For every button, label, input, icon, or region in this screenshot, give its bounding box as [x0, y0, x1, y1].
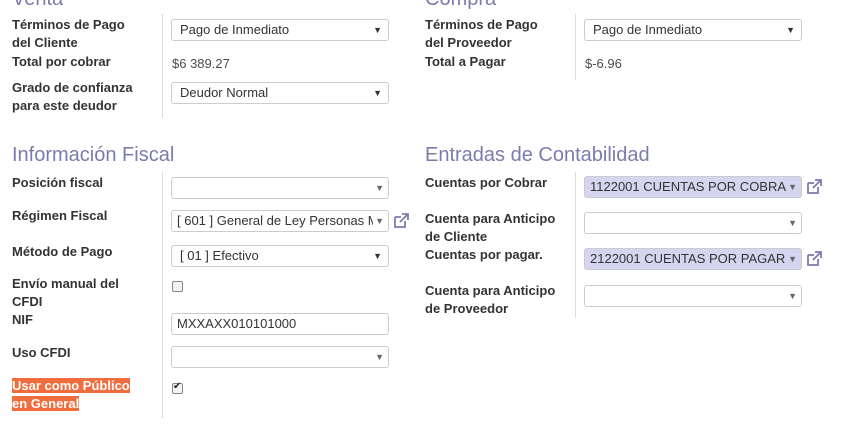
select-value: [ 01 ] Efectivo — [180, 248, 259, 263]
section-title-compra: Compra — [425, 0, 496, 10]
column-divider — [162, 14, 163, 118]
payment-method-select[interactable]: [ 01 ] Efectivo ▼ — [171, 245, 389, 267]
label-line-highlighted: en General — [12, 396, 80, 411]
client-advance-account-field[interactable]: ▼ — [584, 212, 802, 234]
label-line: del Cliente — [12, 35, 78, 50]
label-total-receivable: Total por cobrar — [12, 54, 111, 69]
total-payable-value: $-6.96 — [585, 56, 622, 71]
label-publico-general: Usar como Público en General — [12, 377, 130, 413]
label-line-highlighted: Usar como Público — [12, 378, 130, 393]
label-client-advance-account: Cuenta para Anticipo de Cliente — [425, 210, 555, 246]
label-line: para este deudor — [12, 98, 117, 113]
select-value: Deudor Normal — [180, 85, 269, 100]
field-value: 2122001 CUENTAS POR PAGAR — [590, 251, 786, 266]
label-uso-cfdi: Uso CFDI — [12, 345, 71, 360]
label-regimen-fiscal: Régimen Fiscal — [12, 208, 108, 223]
external-link-icon[interactable] — [805, 178, 823, 196]
supplier-advance-account-field[interactable]: ▼ — [584, 285, 802, 307]
label-trust-level: Grado de confianza para este deudor — [12, 79, 133, 115]
label-line: CFDI — [12, 294, 43, 309]
label-total-payable: Total a Pagar — [425, 54, 506, 69]
regimen-fiscal-field[interactable]: [ 601 ] General de Ley Personas M ▼ — [171, 210, 389, 232]
label-line: Envío manual del — [12, 276, 119, 291]
nif-input[interactable]: MXXAXX010101000 — [171, 313, 389, 335]
column-divider — [575, 172, 576, 318]
select-value: Pago de Inmediato — [593, 22, 703, 37]
caret-down-icon: ▼ — [373, 25, 382, 35]
label-customer-payment-terms: Términos de Pago del Cliente — [12, 16, 125, 52]
publico-general-checkbox[interactable] — [172, 381, 183, 394]
label-supplier-payment-terms: Términos de Pago del Proveedor — [425, 16, 538, 52]
accounts-payable-field[interactable]: 2122001 CUENTAS POR PAGAR ▼ — [584, 248, 802, 270]
external-link-icon[interactable] — [805, 250, 823, 268]
label-payment-method: Método de Pago — [12, 244, 113, 259]
caret-down-icon: ▼ — [373, 251, 382, 261]
field-value: 1122001 CUENTAS POR COBRA — [590, 179, 787, 194]
accounts-receivable-field[interactable]: 1122001 CUENTAS POR COBRA ▼ — [584, 176, 802, 198]
customer-payment-terms-select[interactable]: Pago de Inmediato ▼ — [171, 19, 389, 41]
external-link-icon[interactable] — [392, 212, 410, 230]
fiscal-position-field[interactable]: ▼ — [171, 177, 389, 199]
manual-cfdi-checkbox[interactable] — [172, 281, 183, 292]
column-divider — [162, 172, 163, 418]
uso-cfdi-field[interactable]: ▼ — [171, 346, 389, 368]
section-title-fiscal: Información Fiscal — [12, 144, 175, 166]
caret-down-icon[interactable]: ▼ — [375, 347, 384, 367]
section-title-contabilidad: Entradas de Contabilidad — [425, 144, 650, 166]
section-title-venta: Venta — [12, 0, 63, 10]
label-line: Grado de confianza — [12, 80, 133, 95]
caret-down-icon[interactable]: ▼ — [373, 211, 384, 231]
label-line: Cuenta para Anticipo — [425, 283, 556, 298]
caret-down-icon: ▼ — [373, 88, 382, 98]
label-accounts-receivable: Cuentas por Cobrar — [425, 175, 548, 190]
label-line: de Cliente — [425, 229, 488, 244]
label-accounts-payable: Cuentas por pagar. — [425, 247, 543, 262]
caret-down-icon[interactable]: ▼ — [788, 286, 797, 306]
label-manual-cfdi: Envío manual del CFDI — [12, 275, 119, 311]
label-line: del Proveedor — [425, 35, 512, 50]
label-supplier-advance-account: Cuenta para Anticipo de Proveedor — [425, 282, 555, 318]
supplier-payment-terms-select[interactable]: Pago de Inmediato ▼ — [584, 19, 802, 41]
label-line: Términos de Pago — [12, 17, 125, 32]
caret-down-icon[interactable]: ▼ — [786, 177, 797, 197]
label-line: de Proveedor — [425, 301, 509, 316]
caret-down-icon: ▼ — [786, 25, 795, 35]
trust-level-select[interactable]: Deudor Normal ▼ — [171, 82, 389, 104]
label-nif: NIF — [12, 312, 33, 327]
caret-down-icon[interactable]: ▼ — [375, 178, 384, 198]
label-fiscal-position: Posición fiscal — [12, 175, 104, 190]
caret-down-icon[interactable]: ▼ — [788, 213, 797, 233]
select-value: Pago de Inmediato — [180, 22, 290, 37]
caret-down-icon[interactable]: ▼ — [786, 249, 797, 269]
total-receivable-value: $6 389.27 — [172, 56, 230, 71]
field-value: [ 601 ] General de Ley Personas M — [177, 213, 379, 228]
label-line: Términos de Pago — [425, 17, 538, 32]
label-line: Cuenta para Anticipo — [425, 211, 556, 226]
column-divider — [575, 14, 576, 80]
